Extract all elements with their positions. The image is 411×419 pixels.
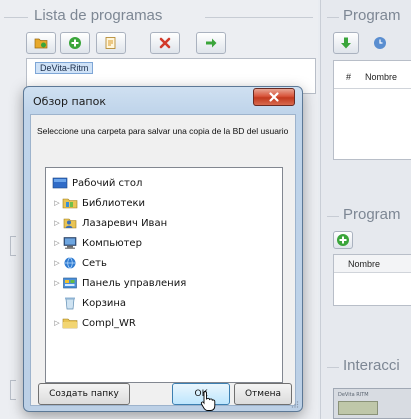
folder-item-user[interactable]: ▷ Лазаревич Иван: [52, 214, 167, 232]
expand-arrow-icon[interactable]: ▷: [52, 219, 62, 227]
section-divider: [205, 17, 313, 18]
new-folder-button[interactable]: Создать папку: [38, 383, 130, 405]
cancel-button[interactable]: Отмена: [234, 383, 292, 405]
computer-icon: [62, 236, 78, 250]
close-x-icon: [159, 37, 171, 49]
folder-item-label: Рабочий стол: [72, 177, 143, 189]
folder-item-label: Корзина: [82, 297, 127, 309]
folder-icon: [62, 316, 78, 330]
user-folder-icon: [62, 216, 78, 230]
folder-item-label: Лазаревич Иван: [82, 217, 168, 229]
expand-arrow-icon[interactable]: ▷: [52, 199, 62, 207]
close-icon: [269, 92, 279, 102]
document-edit-icon: [105, 37, 116, 49]
program-grid-2[interactable]: Nombre: [333, 254, 411, 306]
download-button[interactable]: [333, 32, 359, 54]
program-section-title: Program: [343, 7, 401, 24]
dialog-title: Обзор папок: [33, 95, 106, 108]
folder-item-label: Сеть: [82, 257, 107, 269]
folder-item-label: Библиотеки: [82, 197, 146, 209]
folder-item-label: Панель управления: [82, 277, 187, 289]
network-icon: [62, 256, 78, 270]
delete-button[interactable]: [150, 32, 180, 54]
expand-arrow-icon[interactable]: ▷: [52, 239, 62, 247]
expand-arrow-icon[interactable]: ▷: [52, 279, 62, 287]
folder-item-desktop[interactable]: Рабочий стол: [52, 174, 142, 192]
clock-icon: [373, 36, 387, 50]
folder-item-recycle-bin[interactable]: Корзина: [62, 294, 126, 312]
desktop-icon: [52, 176, 68, 190]
plus-circle-icon: [337, 234, 349, 246]
open-folder-button[interactable]: [26, 32, 56, 54]
folder-tree[interactable]: Рабочий стол ▷ Библиотеки ▷ Лазаревич Ив…: [45, 167, 283, 383]
grid2-header-name: Nombre: [348, 259, 381, 269]
program-section2-title: Program: [343, 206, 401, 223]
recycle-bin-icon: [62, 296, 78, 310]
program-list-title: Lista de programas: [34, 7, 163, 24]
device-thumbnail[interactable]: DeVita RITM: [333, 388, 411, 419]
hand-cursor-icon: [200, 391, 216, 411]
control-panel-icon: [62, 276, 78, 290]
arrow-right-icon: [206, 38, 217, 48]
folder-item-compl-wr[interactable]: ▷ Compl_WR: [52, 314, 136, 332]
grid-header-name: Nombre: [365, 72, 398, 82]
expand-arrow-icon[interactable]: ▷: [52, 259, 62, 267]
folder-item-libraries[interactable]: ▷ Библиотеки: [52, 194, 145, 212]
section-divider: [327, 17, 339, 18]
splitter-handle[interactable]: [10, 236, 16, 256]
dialog-description: Seleccione una carpeta para salvar una c…: [37, 126, 289, 136]
edit-button[interactable]: [96, 32, 126, 54]
dialog-body: Seleccione una carpeta para salvar una c…: [30, 114, 296, 406]
program-details-panel: Program # Nombre Program Nombre Interacc…: [320, 0, 411, 419]
arrow-down-icon: [341, 37, 351, 49]
program-grid[interactable]: # Nombre: [333, 60, 411, 160]
resize-grip-icon[interactable]: [291, 400, 299, 408]
section-divider: [327, 216, 339, 217]
folder-item-computer[interactable]: ▷ Компьютер: [52, 234, 142, 252]
tree-item-devita-ritm[interactable]: DeVita-Ritm: [35, 62, 94, 74]
folder-icon: [34, 38, 48, 49]
expand-arrow-icon[interactable]: ▷: [52, 319, 62, 327]
thumbnail-label: DeVita RITM: [338, 392, 369, 398]
next-button[interactable]: [196, 32, 226, 54]
folder-item-network[interactable]: ▷ Сеть: [52, 254, 107, 272]
add-program-button[interactable]: [333, 231, 353, 249]
add-button[interactable]: [60, 32, 90, 54]
browse-folder-dialog: Обзор папок Seleccione una carpeta para …: [23, 86, 303, 412]
folder-item-control-panel[interactable]: ▷ Панель управления: [52, 274, 186, 292]
libraries-icon: [62, 196, 78, 210]
thumbnail-screen: [338, 401, 378, 415]
section-divider: [4, 17, 28, 18]
section-divider: [327, 367, 339, 368]
plus-circle-icon: [69, 37, 81, 49]
dialog-close-button[interactable]: [253, 88, 295, 106]
interaction-section-title: Interacci: [343, 357, 400, 374]
splitter-handle[interactable]: [10, 380, 16, 400]
grid-header-number: #: [346, 72, 352, 82]
folder-item-label: Компьютер: [82, 237, 142, 249]
folder-item-label: Compl_WR: [82, 317, 136, 329]
